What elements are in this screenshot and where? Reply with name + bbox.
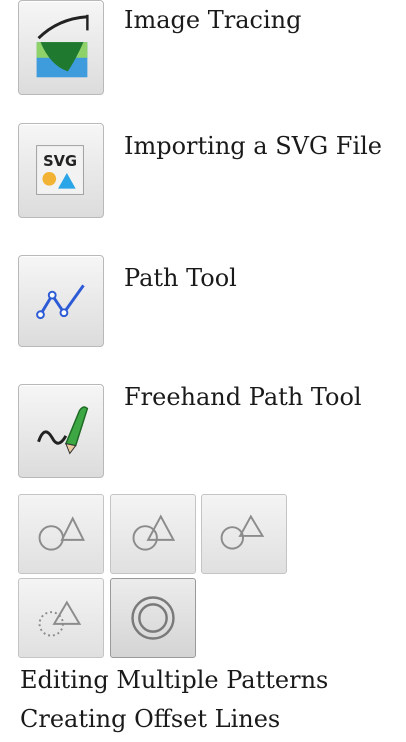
tool-label-freehand-path: Freehand Path Tool	[124, 383, 362, 411]
tool-label-image-tracing: Image Tracing	[124, 6, 302, 34]
image-tracing-icon	[36, 14, 89, 78]
import-svg-button[interactable]: SVG	[18, 123, 104, 218]
caption-offset-lines: Creating Offset Lines	[20, 705, 281, 733]
circle-triangle-touching-icon	[220, 514, 265, 550]
pattern-button-dotted[interactable]	[18, 578, 104, 658]
freehand-path-tool-button[interactable]	[18, 384, 104, 478]
pattern-button-touching[interactable]	[201, 494, 287, 574]
tool-label-import-svg: Importing a SVG File	[124, 132, 383, 160]
svg-icon-text: SVG	[43, 153, 77, 170]
path-tool-icon	[36, 284, 85, 320]
circle-triangle-dotted-icon	[38, 600, 82, 637]
pattern-button-separate[interactable]	[18, 494, 104, 574]
offset-lines-button[interactable]	[110, 578, 196, 658]
image-tracing-button[interactable]	[18, 0, 104, 95]
path-tool-button[interactable]	[18, 255, 104, 347]
tool-label-path-tool: Path Tool	[124, 264, 237, 292]
offset-circle-icon	[131, 596, 175, 640]
caption-multiple-patterns: Editing Multiple Patterns	[20, 666, 329, 694]
freehand-path-icon	[37, 406, 89, 455]
pattern-button-overlap[interactable]	[110, 494, 196, 574]
circle-triangle-overlap-icon	[132, 514, 176, 551]
circle-triangle-separate-icon	[38, 516, 86, 551]
svg-file-icon: SVG	[36, 145, 84, 195]
